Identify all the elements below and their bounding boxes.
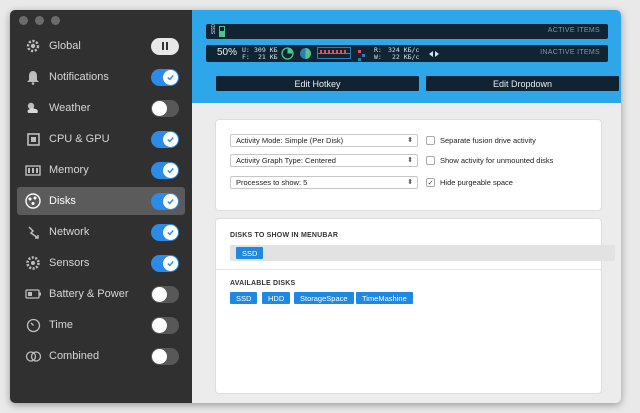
weather-icon: [24, 99, 42, 117]
sidebar-item-combined[interactable]: Combined: [17, 342, 185, 370]
activity-mode-value: Activity Mode: Simple (Per Disk): [236, 136, 344, 145]
hide-purgeable-checkbox[interactable]: ✓ Hide purgeable space: [426, 178, 513, 187]
sidebar-item-network[interactable]: Network: [17, 218, 185, 246]
close-button[interactable]: [19, 16, 28, 25]
weather-toggle[interactable]: [151, 99, 179, 117]
split-pie-icon: [299, 47, 312, 65]
time-toggle[interactable]: [151, 316, 179, 334]
disks-toggle[interactable]: [151, 192, 179, 210]
sidebar-item-label: Notifications: [49, 71, 109, 83]
combined-toggle[interactable]: [151, 347, 179, 365]
available-disk-chip[interactable]: SSD: [230, 292, 258, 304]
sidebar-item-label: Network: [49, 226, 90, 238]
sidebar-item-weather[interactable]: Weather: [17, 94, 185, 122]
hide-purgeable-label: Hide purgeable space: [440, 178, 513, 187]
disk-activity-bar: [219, 26, 225, 37]
sidebar-item-label: Weather: [49, 102, 91, 114]
checkbox-box-checked[interactable]: ✓: [426, 178, 435, 187]
zoom-button[interactable]: [51, 16, 60, 25]
write-value: 22 KБ/с: [392, 53, 420, 61]
cpu-icon: [24, 130, 42, 148]
network-toggle[interactable]: [151, 223, 179, 241]
main-panel: SSD ACTIVE ITEMS 50% U: 309 KБ F: 21 KБ: [192, 10, 621, 403]
sidebar: Global Notifications Weather CPU & GPU M…: [10, 10, 192, 403]
edit-hotkey-button[interactable]: Edit Hotkey: [216, 76, 419, 91]
menubar-disk-chip[interactable]: SSD: [236, 247, 264, 259]
select-arrows-icon: ⬍: [407, 179, 413, 186]
separate-fusion-checkbox[interactable]: Separate fusion drive activity: [426, 136, 536, 145]
available-disk-chip[interactable]: StorageSpace: [294, 292, 354, 304]
notifications-toggle[interactable]: [151, 68, 179, 86]
sidebar-item-label: Disks: [49, 195, 76, 207]
sidebar-item-label: Time: [49, 319, 74, 331]
select-arrows-icon: ⬍: [407, 157, 413, 164]
sidebar-item-time[interactable]: Time: [17, 311, 185, 339]
write-label: W:: [374, 53, 382, 61]
sidebar-item-notifications[interactable]: Notifications: [17, 63, 185, 91]
sidebar-item-global[interactable]: Global: [17, 32, 185, 60]
available-disks-title: AVAILABLE DISKS: [230, 280, 296, 287]
activity-graph-value: Activity Graph Type: Centered: [236, 156, 336, 165]
show-unmounted-label: Show activity for unmounted disks: [440, 156, 554, 165]
usage-percent: 50%: [217, 47, 238, 58]
select-arrows-icon: ⬍: [407, 137, 413, 144]
sidebar-item-label: Memory: [49, 164, 89, 176]
activity-mode-select[interactable]: Activity Mode: Simple (Per Disk) ⬍: [230, 134, 418, 147]
combined-icon: [24, 347, 42, 365]
activity-graph-icon: [317, 47, 351, 59]
active-items-bar[interactable]: SSD ACTIVE ITEMS: [206, 24, 608, 39]
sidebar-item-label: Battery & Power: [49, 288, 129, 300]
activity-graph-select[interactable]: Activity Graph Type: Centered ⬍: [230, 154, 418, 167]
active-items-label: ACTIVE ITEMS: [547, 27, 600, 34]
disk-icon: [24, 192, 42, 210]
menubar-disks-title: DISKS TO SHOW IN MENUBAR: [230, 232, 339, 239]
sidebar-item-label: Combined: [49, 350, 100, 362]
available-disk-chip[interactable]: TimeMashine: [356, 292, 413, 304]
separate-fusion-label: Separate fusion drive activity: [440, 136, 536, 145]
sidebar-item-label: Global: [49, 40, 81, 52]
disks-card: DISKS TO SHOW IN MENUBAR SSD AVAILABLE D…: [216, 219, 615, 393]
pause-button[interactable]: [151, 37, 179, 55]
processes-select[interactable]: Processes to show: 5 ⬍: [230, 176, 418, 189]
gear-icon: [24, 37, 42, 55]
sensor-icon: [24, 254, 42, 272]
app-window: Global Notifications Weather CPU & GPU M…: [10, 10, 621, 403]
free-value: 21 KБ: [258, 53, 278, 61]
free-label: F:: [242, 53, 250, 61]
battery-icon: [24, 285, 42, 303]
show-unmounted-checkbox[interactable]: Show activity for unmounted disks: [426, 156, 553, 165]
battery-power-toggle[interactable]: [151, 285, 179, 303]
sidebar-item-label: CPU & GPU: [49, 133, 110, 145]
arrows-icon: [428, 47, 440, 65]
menubar-disks-dropzone[interactable]: SSD: [230, 245, 615, 261]
sidebar-item-disks[interactable]: Disks: [17, 187, 185, 215]
memory-toggle[interactable]: [151, 161, 179, 179]
usage-pie-icon: [281, 47, 294, 65]
checkbox-box[interactable]: [426, 156, 435, 165]
settings-card: Activity Mode: Simple (Per Disk) ⬍ Activ…: [216, 120, 601, 210]
disks-divider: [216, 269, 601, 270]
sidebar-item-sensors[interactable]: Sensors: [17, 249, 185, 277]
minimize-button[interactable]: [35, 16, 44, 25]
cpu-gpu-toggle[interactable]: [151, 130, 179, 148]
sidebar-item-cpu-gpu[interactable]: CPU & GPU: [17, 125, 185, 153]
available-disk-chip[interactable]: HDD: [262, 292, 291, 304]
preview-header: SSD ACTIVE ITEMS 50% U: 309 KБ F: 21 KБ: [192, 10, 621, 103]
bell-icon: [24, 68, 42, 86]
inactive-items-bar[interactable]: 50% U: 309 KБ F: 21 KБ R: 324 KБ/с W: 22…: [206, 45, 608, 62]
clock-icon: [24, 316, 42, 334]
window-controls: [19, 16, 60, 25]
memory-icon: [24, 161, 42, 179]
read-write-indicator-icon: [358, 48, 366, 66]
edit-dropdown-button[interactable]: Edit Dropdown: [426, 76, 619, 91]
processes-value: Processes to show: 5: [236, 178, 308, 187]
sensors-toggle[interactable]: [151, 254, 179, 272]
sidebar-item-battery-power[interactable]: Battery & Power: [17, 280, 185, 308]
network-icon: [24, 223, 42, 241]
sidebar-item-memory[interactable]: Memory: [17, 156, 185, 184]
ssd-vertical-label: SSD: [211, 24, 217, 35]
sidebar-item-label: Sensors: [49, 257, 90, 269]
inactive-items-label: INACTIVE ITEMS: [540, 49, 600, 56]
checkbox-box[interactable]: [426, 136, 435, 145]
